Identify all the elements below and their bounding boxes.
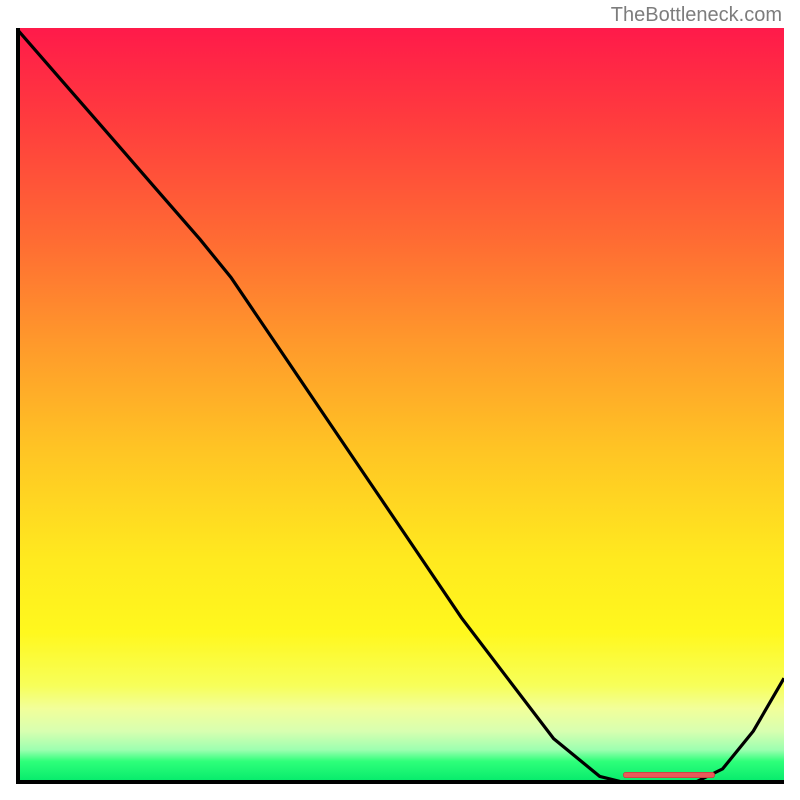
chart-line-path bbox=[16, 28, 784, 784]
chart-plot-area bbox=[16, 28, 784, 784]
watermark-text: TheBottleneck.com bbox=[611, 4, 782, 27]
chart-optimum-marker bbox=[623, 772, 715, 778]
chart-line bbox=[16, 28, 784, 784]
